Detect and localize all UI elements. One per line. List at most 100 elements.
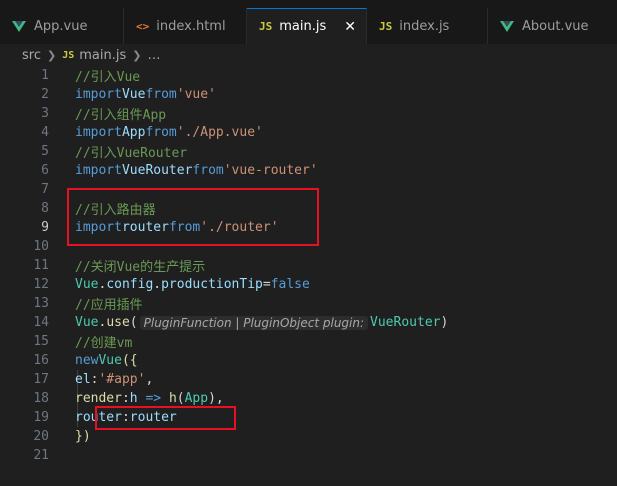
code-property: render xyxy=(75,391,122,406)
code-line: 21 xyxy=(0,446,617,465)
chevron-right-icon: ❯ xyxy=(132,48,142,62)
code-line: 1 //引入Vue xyxy=(0,66,617,85)
parameter-hint: PluginFunction | PluginObject plugin: xyxy=(139,315,369,330)
code-line: 14 Vue. use(PluginFunction | PluginObject… xyxy=(0,313,617,332)
code-class: Vue xyxy=(98,353,122,368)
tab-index-js[interactable]: JS index.js xyxy=(367,8,488,44)
line-number: 21 xyxy=(33,448,49,463)
code-keyword: new xyxy=(75,353,99,368)
code-operator: => xyxy=(137,391,169,406)
code-identifier: App xyxy=(184,391,209,406)
tab-label: index.js xyxy=(399,18,450,34)
code-identifier: VueRouter xyxy=(370,315,441,330)
code-function: use xyxy=(106,315,130,330)
tab-label: App.vue xyxy=(34,18,88,34)
close-icon[interactable]: ✕ xyxy=(344,19,356,35)
code-string: '#app' xyxy=(98,372,146,387)
code-identifier: Vue xyxy=(75,315,99,330)
code-comment: //引入组件App xyxy=(75,108,167,123)
title-bar-sliver xyxy=(0,0,617,8)
code-string: './App.vue' xyxy=(176,125,263,140)
code-identifier: App xyxy=(121,125,146,140)
code-string: 'vue-router' xyxy=(223,163,318,178)
line-number: 3 xyxy=(41,106,49,121)
code-line: 19 router: router xyxy=(0,408,617,427)
tab-main-js[interactable]: JS main.js ✕ xyxy=(247,8,367,44)
code-keyword: false xyxy=(270,277,310,292)
code-punct: , xyxy=(145,372,154,387)
line-number: 13 xyxy=(33,296,49,311)
code-line: 11 //关闭Vue的生产提示 xyxy=(0,256,617,275)
code-string: 'vue' xyxy=(176,87,216,102)
code-line: 15 //创建vm xyxy=(0,332,617,351)
breadcrumb: src ❯ JS main.js ❯ … xyxy=(0,44,617,66)
line-number: 19 xyxy=(33,410,49,425)
line-number: 17 xyxy=(33,372,49,387)
tab-about-vue[interactable]: About.vue xyxy=(488,8,617,44)
code-punct: ( xyxy=(129,315,138,330)
code-punct: . xyxy=(98,277,107,292)
line-number: 7 xyxy=(41,182,49,197)
js-icon: JS xyxy=(62,49,75,61)
code-line: 5 //引入VueRouter xyxy=(0,142,617,161)
code-line: 17 el: '#app', xyxy=(0,370,617,389)
code-comment: //引入Vue xyxy=(75,70,141,85)
code-punct: . xyxy=(153,277,162,292)
code-identifier: Vue xyxy=(121,87,146,102)
code-property: el xyxy=(75,372,91,387)
code-keyword: import xyxy=(75,87,122,102)
line-number: 10 xyxy=(33,239,49,254)
code-editor[interactable]: 1 //引入Vue 2 import Vue from 'vue' 3 //引入… xyxy=(0,66,617,486)
code-keyword: from xyxy=(145,125,177,140)
line-number: 9 xyxy=(41,220,49,235)
code-property: productionTip xyxy=(161,277,263,292)
tab-index-html[interactable]: <> index.html xyxy=(124,8,247,44)
code-property: config xyxy=(106,277,154,292)
tab-label: About.vue xyxy=(522,18,589,34)
code-punct: : xyxy=(121,391,130,406)
code-comment: //应用插件 xyxy=(75,298,143,313)
code-identifier: Vue xyxy=(75,277,99,292)
breadcrumb-folder[interactable]: src xyxy=(22,48,41,63)
js-icon: JS xyxy=(259,20,273,33)
code-line: 16 new Vue({ xyxy=(0,351,617,370)
breadcrumb-file[interactable]: main.js xyxy=(79,48,126,63)
code-comment: //关闭Vue的生产提示 xyxy=(75,260,206,275)
code-keyword: from xyxy=(145,87,177,102)
line-number: 2 xyxy=(41,87,49,102)
code-punct: ), xyxy=(208,391,224,406)
breadcrumb-more[interactable]: … xyxy=(147,48,160,63)
code-line: 20 }) xyxy=(0,427,617,446)
chevron-right-icon: ❯ xyxy=(46,48,57,62)
editor-tab-bar: App.vue <> index.html JS main.js ✕ JS in… xyxy=(0,8,617,44)
line-number: 12 xyxy=(33,277,49,292)
line-number: 18 xyxy=(33,391,49,406)
code-punct: ) xyxy=(440,315,449,330)
code-line: 18 render: h => h(App), xyxy=(0,389,617,408)
code-operator: = xyxy=(262,277,271,292)
highlight-box xyxy=(95,406,236,430)
tab-label: index.html xyxy=(156,18,226,34)
js-icon: JS xyxy=(379,19,393,33)
line-number: 11 xyxy=(33,258,49,273)
code-punct: ({ xyxy=(121,353,138,368)
tab-app-vue[interactable]: App.vue xyxy=(0,8,124,44)
line-number: 4 xyxy=(41,125,49,140)
line-number: 15 xyxy=(33,334,49,349)
vue-icon xyxy=(500,20,514,32)
code-punct: . xyxy=(98,315,107,330)
code-punct: }) xyxy=(75,429,91,444)
code-punct: : xyxy=(90,372,99,387)
line-number: 6 xyxy=(41,163,49,178)
highlight-box xyxy=(67,188,319,246)
code-line: 13 //应用插件 xyxy=(0,294,617,313)
vue-icon xyxy=(12,20,26,32)
line-number: 14 xyxy=(33,315,49,330)
code-comment: //创建vm xyxy=(75,336,133,351)
line-number: 20 xyxy=(33,429,49,444)
code-line: 6 import VueRouter from 'vue-router' xyxy=(0,161,617,180)
code-line: 3 //引入组件App xyxy=(0,104,617,123)
line-number: 5 xyxy=(41,144,49,159)
tab-label: main.js xyxy=(279,19,327,34)
code-keyword: from xyxy=(192,163,224,178)
